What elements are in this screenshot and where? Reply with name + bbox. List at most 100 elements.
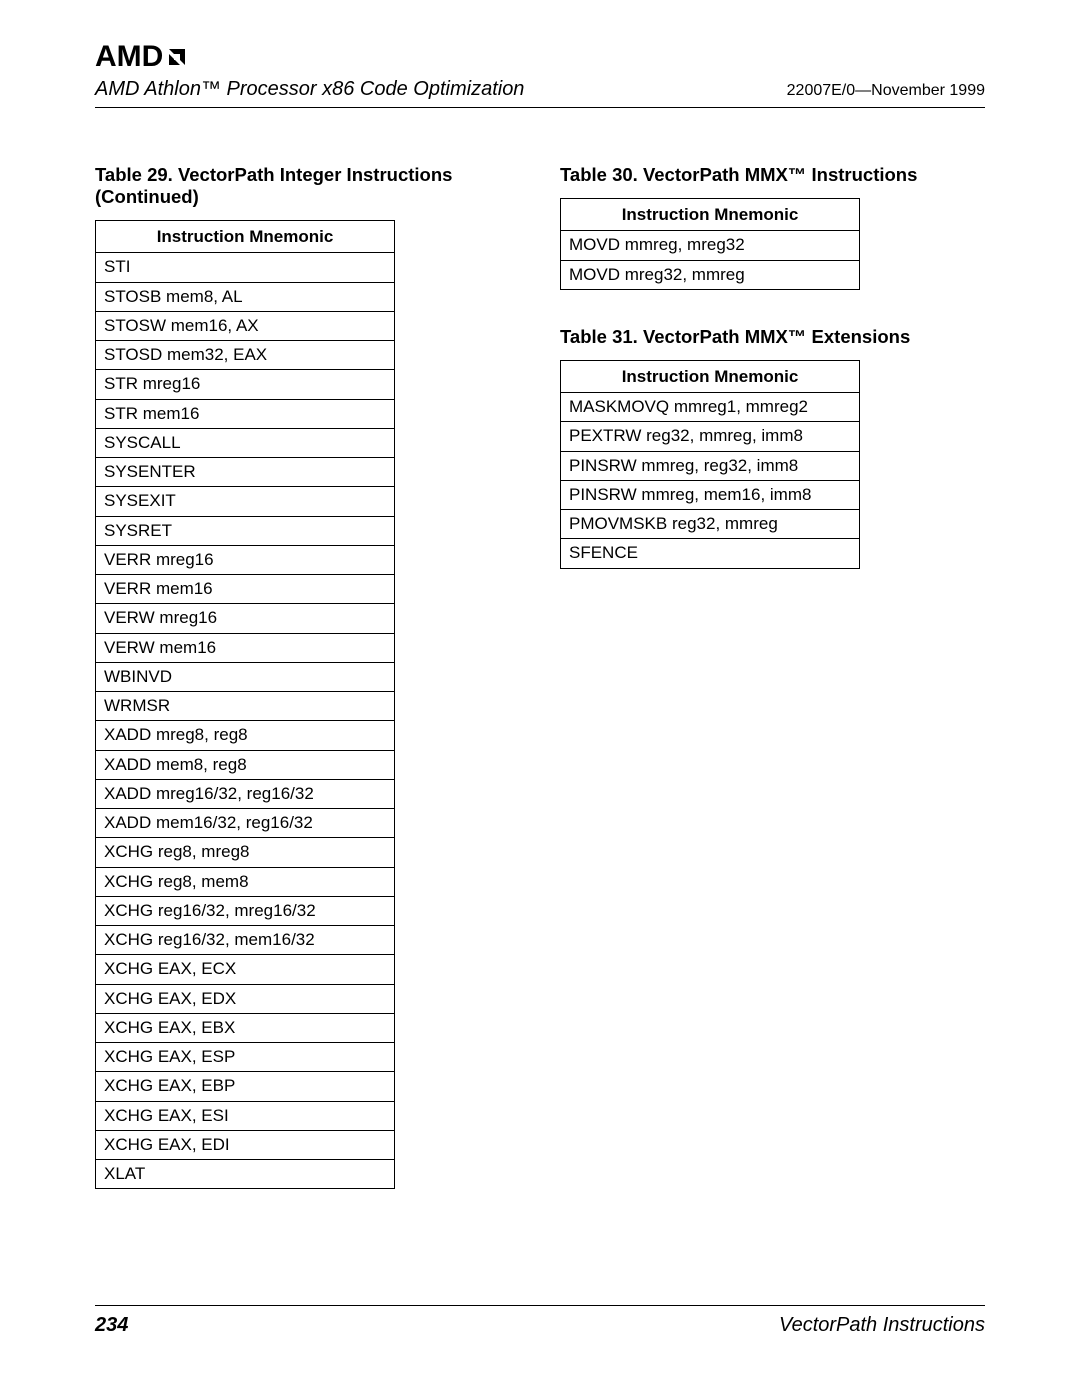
table30-block: Table 30. VectorPath MMX™ Instructions I… — [560, 164, 985, 290]
page: AMD AMD Athlon™ Processor x86 Code Optim… — [95, 40, 985, 1337]
table-cell: STOSW mem16, AX — [96, 311, 395, 340]
table-row: XCHG EAX, ESI — [96, 1101, 395, 1130]
table-cell: XCHG reg16/32, mreg16/32 — [96, 896, 395, 925]
table-cell: MOVD mmreg, mreg32 — [561, 231, 860, 260]
table-cell: WBINVD — [96, 662, 395, 691]
table30-caption: Table 30. VectorPath MMX™ Instructions — [560, 164, 985, 186]
table31-body: MASKMOVQ mmreg1, mmreg2PEXTRW reg32, mmr… — [561, 393, 860, 569]
table-row: PINSRW mmreg, mem16, imm8 — [561, 480, 860, 509]
table-row: STR mem16 — [96, 399, 395, 428]
header-rule — [95, 107, 985, 108]
table-cell: XCHG EAX, ESP — [96, 1043, 395, 1072]
table-cell: XCHG reg8, mem8 — [96, 867, 395, 896]
table-cell: VERR mem16 — [96, 575, 395, 604]
table31-caption: Table 31. VectorPath MMX™ Extensions — [560, 326, 985, 348]
table-cell: SYSENTER — [96, 458, 395, 487]
table30-body: MOVD mmreg, mreg32MOVD mreg32, mmreg — [561, 231, 860, 290]
logo-text: AMD — [95, 40, 163, 74]
table-row: SFENCE — [561, 539, 860, 568]
table-cell: VERW mreg16 — [96, 604, 395, 633]
table-row: XADD mem16/32, reg16/32 — [96, 809, 395, 838]
table-cell: PMOVMSKB reg32, mmreg — [561, 510, 860, 539]
table-row: VERW mreg16 — [96, 604, 395, 633]
table-cell: VERR mreg16 — [96, 545, 395, 574]
doc-id: 22007E/0—November 1999 — [787, 82, 985, 100]
content: Table 29. VectorPath Integer Instruction… — [95, 164, 985, 1189]
table-row: PEXTRW reg32, mmreg, imm8 — [561, 422, 860, 451]
table-row: SYSENTER — [96, 458, 395, 487]
table31: Instruction Mnemonic MASKMOVQ mmreg1, mm… — [560, 360, 860, 569]
table29-header: Instruction Mnemonic — [96, 221, 395, 253]
table-cell: MASKMOVQ mmreg1, mmreg2 — [561, 393, 860, 422]
table-row: XCHG EAX, ESP — [96, 1043, 395, 1072]
table-cell: SYSRET — [96, 516, 395, 545]
table30-header: Instruction Mnemonic — [561, 199, 860, 231]
footer: 234 VectorPath Instructions — [95, 1305, 985, 1337]
table-cell: WRMSR — [96, 692, 395, 721]
table-cell: STI — [96, 253, 395, 282]
table-cell: XCHG EAX, EBP — [96, 1072, 395, 1101]
table-cell: SYSCALL — [96, 428, 395, 457]
table-row: XCHG EAX, EBP — [96, 1072, 395, 1101]
table-row: XCHG reg16/32, mem16/32 — [96, 926, 395, 955]
table-row: SYSRET — [96, 516, 395, 545]
table-cell: STOSD mem32, EAX — [96, 341, 395, 370]
footer-line: 234 VectorPath Instructions — [95, 1314, 985, 1337]
page-number: 234 — [95, 1314, 128, 1337]
table-row: MOVD mmreg, mreg32 — [561, 231, 860, 260]
table31-block: Table 31. VectorPath MMX™ Extensions Ins… — [560, 326, 985, 569]
table-row: XCHG reg16/32, mreg16/32 — [96, 896, 395, 925]
table-row: WBINVD — [96, 662, 395, 691]
table-row: STOSB mem8, AL — [96, 282, 395, 311]
table29-body: STISTOSB mem8, ALSTOSW mem16, AXSTOSD me… — [96, 253, 395, 1189]
amd-logo: AMD — [95, 40, 985, 74]
table-cell: PEXTRW reg32, mmreg, imm8 — [561, 422, 860, 451]
table-row: XADD mreg16/32, reg16/32 — [96, 779, 395, 808]
table-row: PINSRW mmreg, reg32, imm8 — [561, 451, 860, 480]
table-row: VERR mem16 — [96, 575, 395, 604]
table-row: XLAT — [96, 1160, 395, 1189]
left-column: Table 29. VectorPath Integer Instruction… — [95, 164, 520, 1189]
table-cell: XCHG EAX, EDI — [96, 1130, 395, 1159]
table-row: XADD mem8, reg8 — [96, 750, 395, 779]
table-row: STOSD mem32, EAX — [96, 341, 395, 370]
table-cell: XADD mem16/32, reg16/32 — [96, 809, 395, 838]
footer-section: VectorPath Instructions — [779, 1314, 985, 1337]
table-cell: XCHG reg8, mreg8 — [96, 838, 395, 867]
table-cell: XCHG EAX, EBX — [96, 1013, 395, 1042]
table-row: VERR mreg16 — [96, 545, 395, 574]
table-cell: XCHG EAX, ESI — [96, 1101, 395, 1130]
table-cell: STR mreg16 — [96, 370, 395, 399]
table-cell: XCHG reg16/32, mem16/32 — [96, 926, 395, 955]
table-row: STOSW mem16, AX — [96, 311, 395, 340]
table30: Instruction Mnemonic MOVD mmreg, mreg32M… — [560, 198, 860, 290]
table-cell: SFENCE — [561, 539, 860, 568]
table31-header: Instruction Mnemonic — [561, 360, 860, 392]
logo-arrow-icon — [165, 45, 189, 75]
table29: Instruction Mnemonic STISTOSB mem8, ALST… — [95, 220, 395, 1189]
table-row: WRMSR — [96, 692, 395, 721]
table-row: SYSEXIT — [96, 487, 395, 516]
right-column: Table 30. VectorPath MMX™ Instructions I… — [560, 164, 985, 1189]
table-cell: XADD mem8, reg8 — [96, 750, 395, 779]
table-cell: MOVD mreg32, mmreg — [561, 260, 860, 289]
table-row: SYSCALL — [96, 428, 395, 457]
table-row: PMOVMSKB reg32, mmreg — [561, 510, 860, 539]
table-row: XCHG EAX, EBX — [96, 1013, 395, 1042]
table-cell: VERW mem16 — [96, 633, 395, 662]
table-cell: XCHG EAX, ECX — [96, 955, 395, 984]
table-row: STR mreg16 — [96, 370, 395, 399]
table-row: XCHG reg8, mem8 — [96, 867, 395, 896]
table-cell: XADD mreg16/32, reg16/32 — [96, 779, 395, 808]
table-row: XADD mreg8, reg8 — [96, 721, 395, 750]
table-row: XCHG EAX, ECX — [96, 955, 395, 984]
header: AMD Athlon™ Processor x86 Code Optimizat… — [95, 78, 985, 101]
table-cell: XLAT — [96, 1160, 395, 1189]
table-row: STI — [96, 253, 395, 282]
doc-title: AMD Athlon™ Processor x86 Code Optimizat… — [95, 78, 524, 101]
footer-rule — [95, 1305, 985, 1306]
table-row: MOVD mreg32, mmreg — [561, 260, 860, 289]
table-row: XCHG EAX, EDI — [96, 1130, 395, 1159]
table-row: XCHG reg8, mreg8 — [96, 838, 395, 867]
table-cell: PINSRW mmreg, mem16, imm8 — [561, 480, 860, 509]
